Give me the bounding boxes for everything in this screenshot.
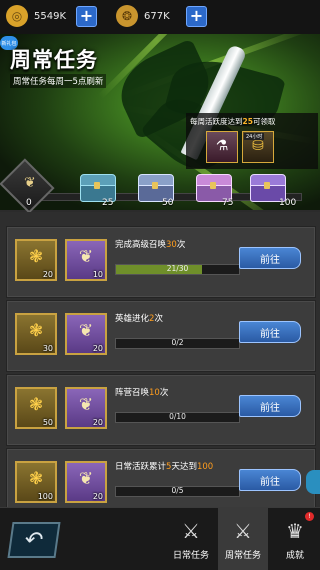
gold-reward-icon[interactable]: ❃ 30 (15, 313, 57, 355)
reward-duration-tag: 24小时 (244, 133, 265, 140)
task-progress-bar: 0/5 (115, 486, 240, 497)
feather-reward-icon[interactable]: ❦ 20 (65, 461, 107, 503)
milestone-100: 100 (279, 198, 297, 208)
tab-daily-tasks[interactable]: ⚔ 日常任务 (166, 508, 216, 570)
task-row: ❃ 20 ❦ 10 完成高级召唤30次 21/30 前往 (6, 226, 316, 298)
weekly-reward-panel: 每周活跃度达到25可领取 ⚗ ⛁ 24小时 (186, 113, 318, 169)
gold-reward-icon[interactable]: ❃ 100 (15, 461, 57, 503)
gold-reward-icon[interactable]: ❃ 50 (15, 387, 57, 429)
feather-reward-icon[interactable]: ❦ 20 (65, 387, 107, 429)
task-title: 完成高级召唤30次 (115, 240, 186, 250)
tab-weekly-tasks[interactable]: ⚔ 周常任务 (218, 508, 268, 570)
reward-condition: 每周活跃度达到25可领取 (190, 117, 276, 126)
feather-reward-icon[interactable]: ❦ 10 (65, 239, 107, 281)
tab-achievements[interactable]: ♛ 成就 ! (270, 508, 320, 570)
chest-icon-50[interactable] (138, 174, 174, 202)
go-button[interactable]: 前往 (239, 321, 301, 343)
task-progress-text: 0/5 (171, 486, 184, 495)
task-progress-text: 0/10 (169, 412, 186, 421)
gold-currency: ◎ 5549K + (6, 5, 97, 27)
reward-threshold: 25 (242, 117, 253, 126)
go-button[interactable]: 前往 (239, 469, 301, 491)
potion-reward-icon[interactable]: ⚗ (206, 131, 238, 163)
task-progress-text: 0/2 (171, 338, 184, 347)
refresh-note: 周常任务每周一5点刷新 (10, 74, 107, 88)
chest-icon-75[interactable] (196, 174, 232, 202)
weekly-task-icon: ⚔ (234, 519, 252, 543)
gold-coin-icon: ◎ (6, 5, 28, 27)
feather-reward-icon[interactable]: ❦ 20 (65, 313, 107, 355)
gold-reward-icon[interactable]: ❃ 20 (15, 239, 57, 281)
back-arrow-icon: ↶ (23, 527, 45, 553)
daily-task-icon: ⚔ (182, 519, 200, 543)
side-helper-icon[interactable] (306, 470, 320, 494)
back-button[interactable]: ↶ (7, 522, 61, 558)
chest-icon-25[interactable] (80, 174, 116, 202)
add-gold-button[interactable]: + (76, 5, 97, 27)
chest-icon-100[interactable] (250, 174, 286, 202)
task-progress-text: 21/30 (166, 264, 189, 273)
task-progress-bar: 0/2 (115, 338, 240, 349)
go-button[interactable]: 前往 (239, 395, 301, 417)
milestone-50: 50 (162, 198, 174, 208)
gem-amount: 677K (144, 10, 170, 22)
task-list[interactable]: ❃ 20 ❦ 10 完成高级召唤30次 21/30 前往 ❃ 30 ❦ 20 英雄进化2… (0, 212, 320, 507)
gem-pouch-icon: ❂ (116, 5, 138, 27)
milestone-25: 25 (102, 198, 114, 208)
top-currency-bar: ◎ 5549K + ❂ 677K + (0, 0, 320, 34)
notification-badge: ! (305, 512, 314, 521)
task-title: 英雄进化2次 (115, 314, 163, 324)
task-row: ❃ 50 ❦ 20 阵营召唤10次 0/10 前往 (6, 374, 316, 446)
bottom-nav: ↶ ⚔ 日常任务 ⚔ 周常任务 ♛ 成就 ! (0, 507, 320, 570)
page-title: 周常任务 (10, 48, 98, 72)
milestone-75: 75 (222, 198, 234, 208)
go-button[interactable]: 前往 (239, 247, 301, 269)
task-title: 阵营召唤10次 (115, 388, 169, 398)
task-row: ❃ 30 ❦ 20 英雄进化2次 0/2 前往 (6, 300, 316, 372)
activity-current: 0 (26, 198, 32, 208)
task-title: 日常活跃累计5天达到100 (115, 462, 214, 472)
gold-amount: 5549K (34, 10, 67, 22)
task-row: ❃ 100 ❦ 20 日常活跃累计5天达到100 0/5 前往 (6, 448, 316, 507)
task-progress-bar: 0/10 (115, 412, 240, 423)
trophy-icon: ♛ (286, 519, 304, 543)
gem-currency: ❂ 677K + (116, 5, 207, 27)
task-progress-bar: 21/30 (115, 264, 240, 275)
add-gem-button[interactable]: + (186, 5, 207, 27)
